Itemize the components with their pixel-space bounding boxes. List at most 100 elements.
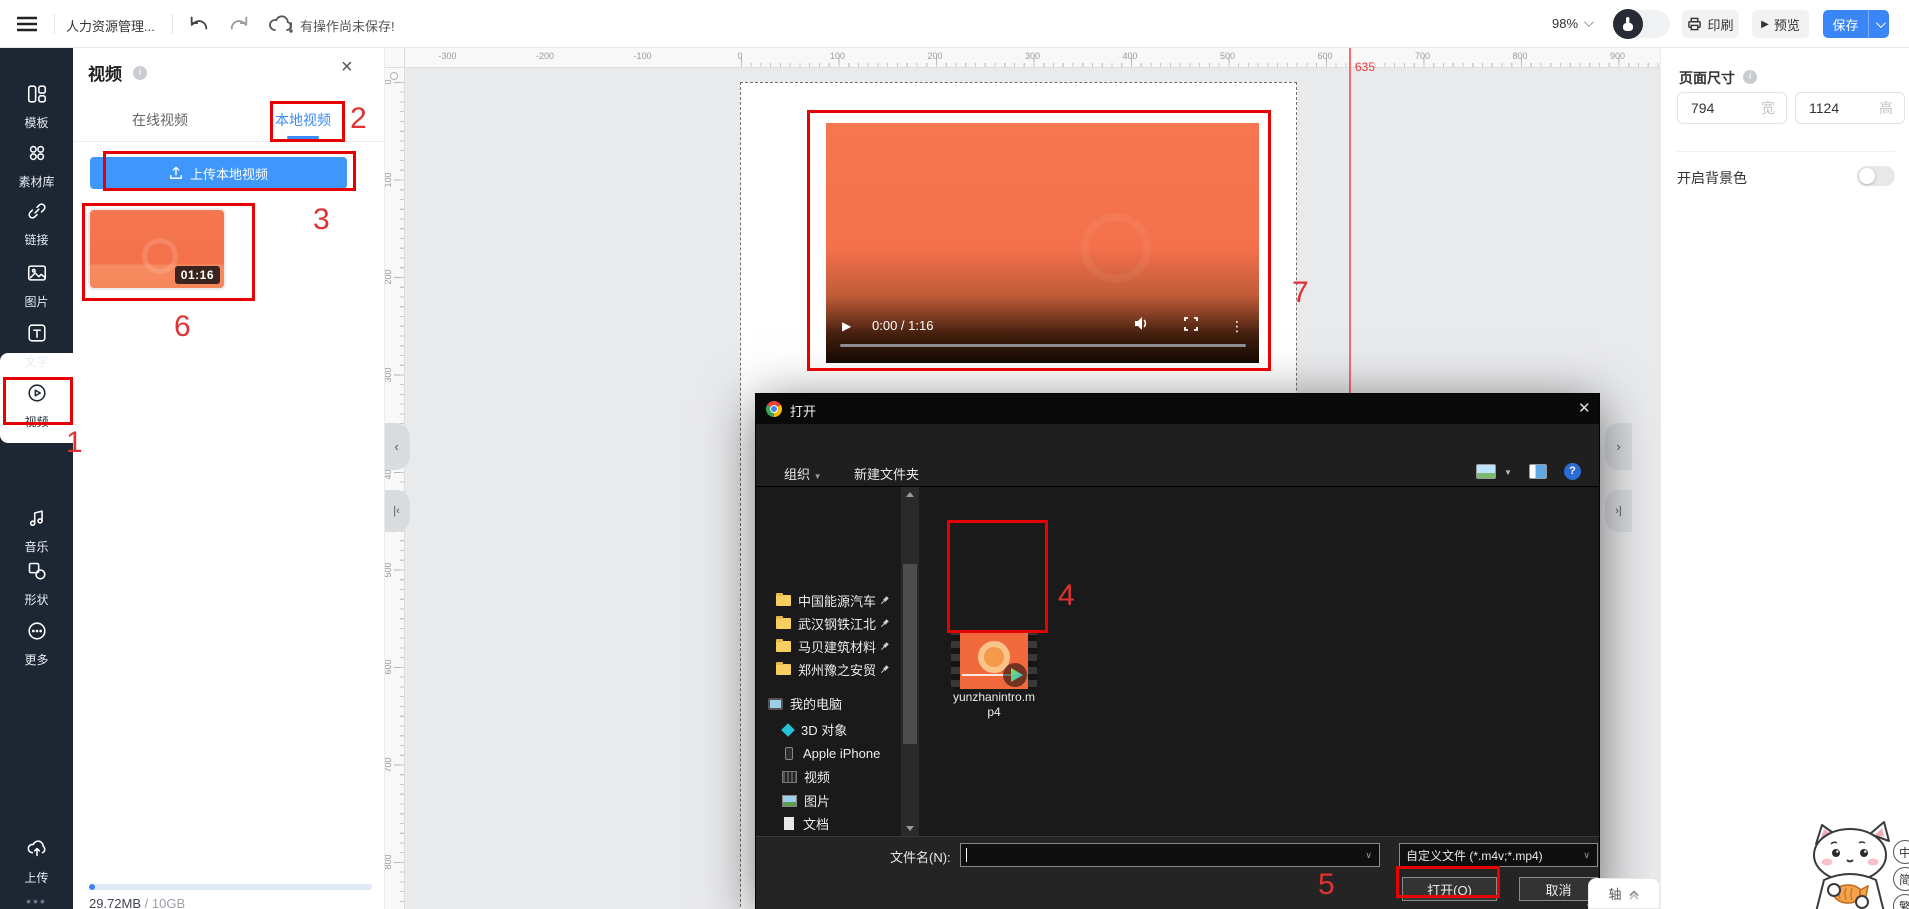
file-item-name[interactable]: yunzhanintro.mp4 xyxy=(944,690,1044,720)
new-folder-button[interactable]: 新建文件夹 xyxy=(854,464,919,483)
guide-line[interactable] xyxy=(1349,48,1351,393)
bg-color-toggle[interactable] xyxy=(1857,166,1895,186)
sidebar-item-link[interactable]: 链接 xyxy=(0,200,73,248)
panel-title: 视频 xyxy=(88,60,122,85)
video-thumbnail[interactable]: 01:16 xyxy=(88,208,226,290)
preview-button[interactable]: ▶ 预览 xyxy=(1752,10,1809,38)
dialog-main-area: 中国能源汽车武汉钢铁江北马贝建筑材料郑州豫之安贸我的电脑 3D 对象 Apple i… xyxy=(756,487,1599,836)
ruler-label: -200 xyxy=(536,51,554,61)
collapse-up-icon xyxy=(1628,888,1640,900)
dialog-sidebar-item[interactable]: 视频 xyxy=(756,765,901,788)
open-button[interactable]: 打开(O) xyxy=(1402,877,1497,901)
video-progress-bar[interactable] xyxy=(840,344,1246,347)
hand-tool-icon xyxy=(1613,9,1643,39)
video-icon xyxy=(26,382,48,404)
dialog-titlebar[interactable]: 打开 ✕ xyxy=(756,394,1599,424)
bg-color-toggle-label: 开启背景色 xyxy=(1677,168,1747,188)
dialog-sidebar-item[interactable]: Apple iPhone xyxy=(756,742,901,765)
preview-pane-icon[interactable] xyxy=(1529,464,1547,479)
video-play-icon[interactable]: ▶ xyxy=(842,319,851,333)
cat-mascot[interactable] xyxy=(1790,820,1908,909)
print-button[interactable]: 印刷 xyxy=(1682,10,1739,38)
filename-dropdown-icon[interactable]: ∨ xyxy=(1365,850,1372,861)
ruler-origin-icon[interactable] xyxy=(390,72,398,80)
sidebar-item-more[interactable]: 更多 xyxy=(0,620,73,668)
view-mode-icon[interactable] xyxy=(1476,464,1496,479)
tab-active-underline xyxy=(287,136,319,139)
page-settings-panel: 页面尺寸 i 794 宽 1124 高 开启背景色 xyxy=(1660,48,1909,909)
ruler-label: 500 xyxy=(385,560,393,580)
scroll-down-icon[interactable] xyxy=(906,826,914,831)
sidebar-item-music[interactable]: 音乐 xyxy=(0,507,73,555)
dialog-sidebar-item[interactable]: 图片 xyxy=(756,789,901,812)
canvas-video-element[interactable]: ▶ 0:00 / 1:16 ⋮ xyxy=(826,123,1259,363)
page-width-input[interactable]: 794 宽 xyxy=(1677,92,1787,124)
hamburger-menu-icon[interactable] xyxy=(16,15,38,33)
ruler-label: 900 xyxy=(1610,51,1625,61)
video-duration-badge: 01:16 xyxy=(175,266,220,284)
zoom-level-dropdown[interactable]: 98% xyxy=(1552,16,1591,31)
video-volume-icon[interactable] xyxy=(1134,316,1150,334)
organize-menu[interactable]: 组织 ▼ xyxy=(784,464,822,483)
view-mode-dropdown-icon[interactable]: ▼ xyxy=(1504,468,1512,477)
app-root: 人力资源管理... 有操作尚未保存! 98% 印刷 ▶ 预览 保存 xyxy=(0,0,1909,909)
sidebar-item-image[interactable]: 图片 xyxy=(0,262,73,310)
help-icon[interactable]: ? xyxy=(1564,463,1581,480)
save-dropdown[interactable] xyxy=(1869,21,1889,28)
sidebar-item-video[interactable]: 视频 xyxy=(0,382,73,430)
dialog-address-row: ← → ∨ ↑ › 我的电脑 › 桌面 › gif ∨ ↻ 在 gif 中搜索 xyxy=(756,424,1599,456)
dialog-sidebar-item[interactable]: 我的电脑 xyxy=(756,692,901,715)
scroll-up-icon[interactable] xyxy=(906,492,914,497)
video-fullscreen-icon[interactable] xyxy=(1184,317,1198,334)
timeline-collapse-tab[interactable]: 轴 xyxy=(1588,878,1660,909)
sidebar-item-shape[interactable]: 形状 xyxy=(0,560,73,608)
undo-icon[interactable] xyxy=(188,13,210,35)
film-icon xyxy=(782,771,797,783)
document-title[interactable]: 人力资源管理... xyxy=(66,16,155,35)
storage-progress-fill xyxy=(89,884,95,890)
dialog-sidebar-item-label: 武汉钢铁江北 xyxy=(798,614,876,633)
toggle-knob xyxy=(1859,168,1875,184)
file-item-thumbnail[interactable] xyxy=(951,632,1037,689)
collapse-panel-tab[interactable]: ‹ xyxy=(385,423,410,470)
pin-icon xyxy=(878,640,891,653)
page-height-input[interactable]: 1124 高 xyxy=(1795,92,1905,124)
upload-local-video-button[interactable]: 上传本地视频 xyxy=(90,157,347,189)
expand-right-panel-tab[interactable]: › xyxy=(1605,423,1632,470)
info-icon[interactable]: i xyxy=(1743,70,1757,84)
unsaved-status-text: 有操作尚未保存! xyxy=(300,16,395,35)
sidebar-more-dots[interactable]: ••• xyxy=(0,893,73,909)
dialog-sidebar-scrollbar[interactable] xyxy=(901,487,919,836)
sidebar-item-text[interactable]: 文字 xyxy=(0,322,73,370)
collapse-panel-full-tab[interactable]: |‹ xyxy=(385,490,410,532)
hand-tool-toggle[interactable] xyxy=(1613,10,1670,38)
link-icon xyxy=(26,200,48,222)
dialog-sidebar-item-label: Apple iPhone xyxy=(803,746,880,761)
dialog-sidebar-item[interactable]: 马贝建筑材料 xyxy=(756,635,901,658)
assets-icon xyxy=(26,142,48,164)
scrollbar-thumb[interactable] xyxy=(903,564,917,744)
sidebar-item-template[interactable]: 模板 xyxy=(0,83,73,131)
dialog-sidebar-item-label: 视频 xyxy=(804,767,830,786)
dialog-close-icon[interactable]: ✕ xyxy=(1578,399,1591,417)
expand-right-panel-full-tab[interactable]: ›| xyxy=(1605,490,1632,532)
video-menu-icon[interactable]: ⋮ xyxy=(1230,318,1244,335)
sidebar-item-upload[interactable]: 上传 xyxy=(0,838,73,886)
panel-close-icon[interactable]: × xyxy=(341,56,353,79)
dialog-sidebar-item[interactable]: 武汉钢铁江北 xyxy=(756,612,901,635)
filename-input[interactable]: ∨ xyxy=(960,843,1380,867)
dialog-sidebar-item[interactable]: 3D 对象 xyxy=(756,718,901,741)
play-icon: ▶ xyxy=(1761,19,1769,30)
sidebar-item-label: 文字 xyxy=(0,353,73,370)
filetype-value: 自定义文件 (*.m4v;*.mp4) xyxy=(1406,847,1543,864)
save-button[interactable]: 保存 xyxy=(1823,10,1889,38)
tab-local-video[interactable]: 本地视频 xyxy=(275,110,331,130)
redo-icon[interactable] xyxy=(228,13,250,35)
sidebar-item-assets[interactable]: 素材库 xyxy=(0,142,73,190)
dialog-sidebar-item[interactable]: 中国能源汽车 xyxy=(756,589,901,612)
tab-online-video[interactable]: 在线视频 xyxy=(132,110,188,130)
dialog-sidebar-item[interactable]: 文档 xyxy=(756,812,901,835)
dialog-sidebar-item[interactable]: 郑州豫之安贸 xyxy=(756,658,901,681)
filetype-select[interactable]: 自定义文件 (*.m4v;*.mp4) ∨ xyxy=(1399,843,1598,867)
info-icon[interactable]: i xyxy=(133,66,147,80)
